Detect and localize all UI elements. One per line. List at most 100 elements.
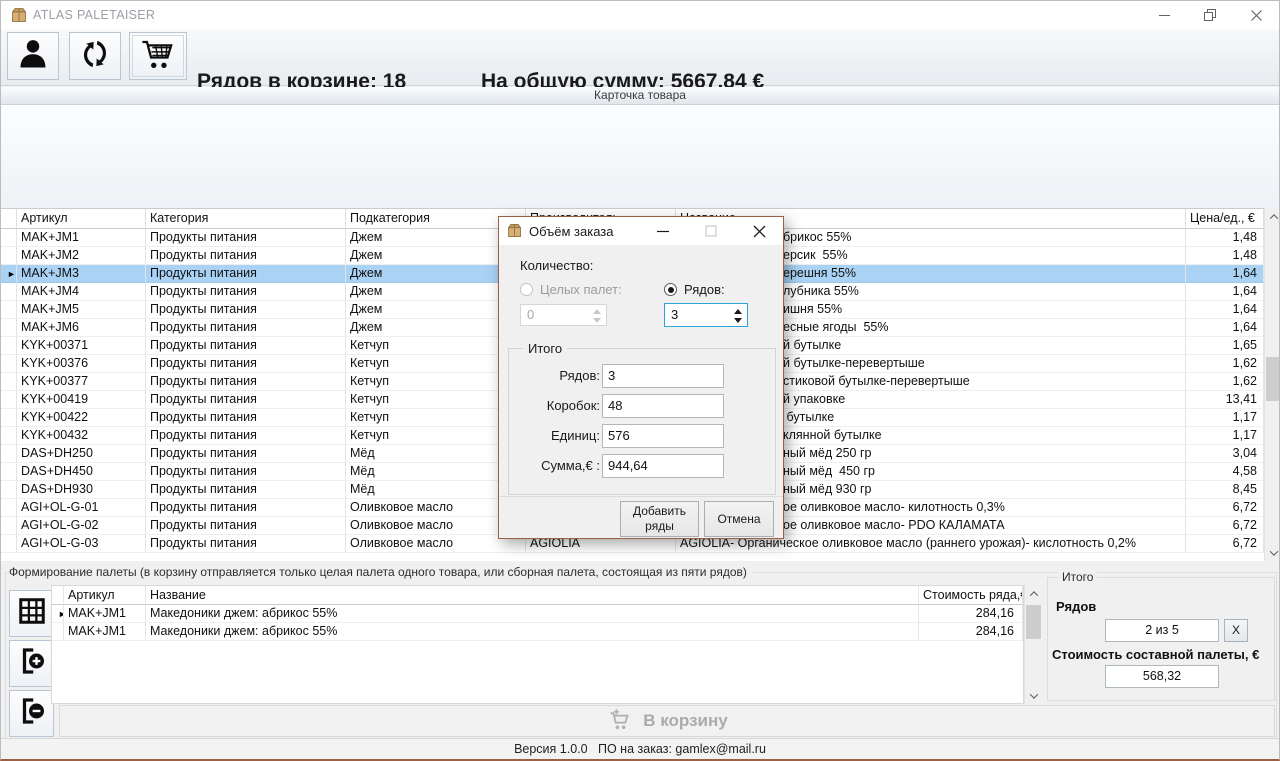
cell-price[interactable]: 6,72 — [1186, 535, 1264, 553]
cell-price[interactable]: 13,41 — [1186, 391, 1264, 409]
add-rows-button[interactable]: Добавить ряды — [620, 501, 699, 537]
clear-pallet-button[interactable]: X — [1224, 619, 1248, 642]
cell-price[interactable]: 1,64 — [1186, 265, 1264, 283]
cell-row-cost[interactable]: 284,16 — [919, 623, 1023, 641]
cancel-button[interactable]: Отмена — [704, 501, 774, 537]
cell-category[interactable]: Продукты питания — [146, 301, 346, 319]
cell-price[interactable]: 6,72 — [1186, 499, 1264, 517]
scroll-up-icon[interactable] — [1025, 585, 1042, 602]
header-name[interactable]: Название — [146, 586, 919, 605]
pallet-scheme-button[interactable] — [9, 590, 54, 637]
cell-category[interactable]: Продукты питания — [146, 463, 346, 481]
pallet-scrollbar[interactable] — [1024, 585, 1041, 704]
cell-articul[interactable]: MAK+JM1 — [64, 623, 146, 641]
restore-button[interactable] — [1187, 1, 1233, 29]
cell-category[interactable]: Продукты питания — [146, 409, 346, 427]
cell-articul[interactable]: KYK+00376 — [17, 355, 146, 373]
sync-button[interactable] — [69, 32, 121, 80]
cell-articul[interactable]: MAK+JM6 — [17, 319, 146, 337]
header-category[interactable]: Категория — [146, 209, 346, 229]
header-articul[interactable]: Артикул — [17, 209, 146, 229]
rows-radio[interactable] — [664, 283, 677, 296]
units-result-value[interactable]: 576 — [602, 424, 724, 448]
cell-price[interactable]: 1,48 — [1186, 247, 1264, 265]
cell-category[interactable]: Продукты питания — [146, 391, 346, 409]
pallet-row[interactable]: MAK+JM1 Македоники джем: абрикос 55% 284… — [52, 623, 1023, 641]
cell-price[interactable]: 6,72 — [1186, 517, 1264, 535]
rows-spinner[interactable]: 3 — [664, 303, 748, 327]
cell-price[interactable]: 1,17 — [1186, 409, 1264, 427]
dialog-minimize-button[interactable] — [645, 217, 681, 245]
minimize-button[interactable] — [1141, 1, 1187, 29]
cell-category[interactable]: Продукты питания — [146, 535, 346, 553]
cell-articul[interactable]: KYK+00422 — [17, 409, 146, 427]
cell-articul[interactable]: MAK+JM5 — [17, 301, 146, 319]
products-scrollbar[interactable] — [1264, 208, 1279, 561]
scroll-up-icon[interactable] — [1265, 208, 1279, 225]
cell-price[interactable]: 1,48 — [1186, 229, 1264, 247]
cart-button[interactable] — [129, 32, 187, 80]
scroll-down-icon[interactable] — [1265, 544, 1279, 561]
cell-price[interactable]: 1,65 — [1186, 337, 1264, 355]
header-price[interactable]: Цена/ед., € — [1186, 209, 1264, 229]
scrollbar-thumb[interactable] — [1026, 605, 1041, 639]
cell-category[interactable]: Продукты питания — [146, 481, 346, 499]
dialog-close-button[interactable] — [741, 217, 777, 245]
cell-name[interactable]: Македоники джем: абрикос 55% — [146, 605, 919, 623]
cell-price[interactable]: 1,17 — [1186, 427, 1264, 445]
cell-articul[interactable]: MAK+JM2 — [17, 247, 146, 265]
cell-category[interactable]: Продукты питания — [146, 355, 346, 373]
cell-category[interactable]: Продукты питания — [146, 445, 346, 463]
cell-price[interactable]: 1,64 — [1186, 319, 1264, 337]
cell-category[interactable]: Продукты питания — [146, 337, 346, 355]
cell-price[interactable]: 3,04 — [1186, 445, 1264, 463]
boxes-result-value[interactable]: 48 — [602, 394, 724, 418]
cell-price[interactable]: 8,45 — [1186, 481, 1264, 499]
cell-category[interactable]: Продукты питания — [146, 265, 346, 283]
cell-articul[interactable]: AGI+OL-G-01 — [17, 499, 146, 517]
header-articul[interactable]: Артикул — [64, 586, 146, 605]
cell-articul[interactable]: KYK+00432 — [17, 427, 146, 445]
cell-category[interactable]: Продукты питания — [146, 373, 346, 391]
rows-total-value[interactable]: 2 из 5 — [1105, 619, 1219, 642]
cell-articul[interactable]: DAS+DH450 — [17, 463, 146, 481]
cell-category[interactable]: Продукты питания — [146, 247, 346, 265]
pallet-cost-value[interactable]: 568,32 — [1105, 665, 1219, 688]
cell-name[interactable]: Македоники джем: абрикос 55% — [146, 623, 919, 641]
remove-row-from-pallet-button[interactable] — [9, 690, 54, 737]
cell-row-cost[interactable]: 284,16 — [919, 605, 1023, 623]
cell-category[interactable]: Продукты питания — [146, 229, 346, 247]
scroll-down-icon[interactable] — [1025, 687, 1042, 704]
cell-articul[interactable]: MAK+JM3 — [17, 265, 146, 283]
scrollbar-thumb[interactable] — [1266, 357, 1279, 401]
sum-result-value[interactable]: 944,64 — [602, 454, 724, 478]
add-row-to-pallet-button[interactable] — [9, 640, 54, 687]
header-row-cost[interactable]: Стоимость ряда,€ — [919, 586, 1023, 605]
cell-price[interactable]: 1,62 — [1186, 373, 1264, 391]
cell-articul[interactable]: MAK+JM1 — [64, 605, 146, 623]
cell-category[interactable]: Продукты питания — [146, 319, 346, 337]
cell-category[interactable]: Продукты питания — [146, 517, 346, 535]
cell-articul[interactable]: DAS+DH250 — [17, 445, 146, 463]
rows-result-value[interactable]: 3 — [602, 364, 724, 388]
cell-articul[interactable]: DAS+DH930 — [17, 481, 146, 499]
cell-articul[interactable]: MAK+JM4 — [17, 283, 146, 301]
cell-price[interactable]: 1,64 — [1186, 283, 1264, 301]
cell-articul[interactable]: AGI+OL-G-03 — [17, 535, 146, 553]
spinner-arrows-icon[interactable] — [734, 309, 742, 323]
cell-price[interactable]: 1,62 — [1186, 355, 1264, 373]
cell-articul[interactable]: AGI+OL-G-02 — [17, 517, 146, 535]
cell-price[interactable]: 4,58 — [1186, 463, 1264, 481]
cell-category[interactable]: Продукты питания — [146, 283, 346, 301]
cell-category[interactable]: Продукты питания — [146, 499, 346, 517]
cell-price[interactable]: 1,64 — [1186, 301, 1264, 319]
cell-articul[interactable]: KYK+00371 — [17, 337, 146, 355]
close-button[interactable] — [1233, 1, 1279, 29]
cell-articul[interactable]: KYK+00377 — [17, 373, 146, 391]
pallet-row[interactable]: ► MAK+JM1 Македоники джем: абрикос 55% 2… — [52, 605, 1023, 623]
user-button[interactable] — [7, 32, 59, 80]
cell-articul[interactable]: KYK+00419 — [17, 391, 146, 409]
cell-articul[interactable]: MAK+JM1 — [17, 229, 146, 247]
cell-category[interactable]: Продукты питания — [146, 427, 346, 445]
to-cart-button[interactable]: В корзину — [59, 705, 1275, 737]
